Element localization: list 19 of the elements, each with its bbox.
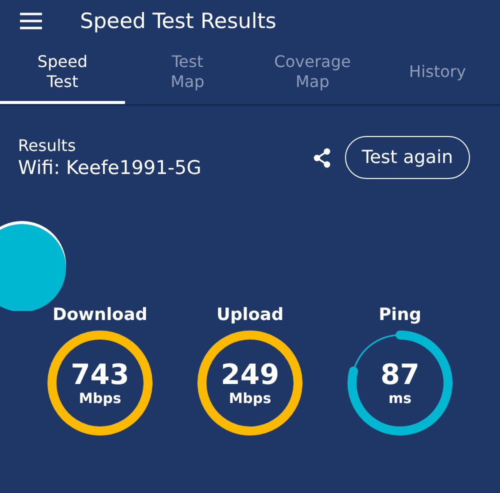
tab[interactable]: Test Map bbox=[125, 42, 250, 104]
results-label: Results bbox=[18, 136, 77, 155]
tab[interactable]: History bbox=[375, 42, 500, 104]
test-again-button[interactable]: Test again bbox=[344, 136, 470, 179]
tab[interactable]: Speed Test bbox=[0, 42, 125, 104]
gauge-label: Download bbox=[52, 305, 148, 325]
gauge-label: Upload bbox=[216, 305, 284, 325]
tab[interactable]: Coverage Map bbox=[250, 42, 375, 104]
gauge-value: 249 bbox=[220, 359, 280, 391]
share-icon[interactable] bbox=[312, 148, 331, 168]
gauge-unit: Mbps bbox=[228, 391, 272, 407]
app-title: Speed Test Results bbox=[80, 9, 276, 33]
gauge-value: 743 bbox=[70, 359, 130, 391]
gauge-unit: ms bbox=[388, 391, 412, 407]
menu-icon[interactable] bbox=[20, 12, 42, 30]
network-name: Wifi: Keefe1991-5G bbox=[18, 157, 202, 179]
gauge-value: 87 bbox=[380, 359, 420, 391]
gauge-unit: Mbps bbox=[78, 391, 122, 407]
gauge-label: Ping bbox=[378, 305, 422, 325]
